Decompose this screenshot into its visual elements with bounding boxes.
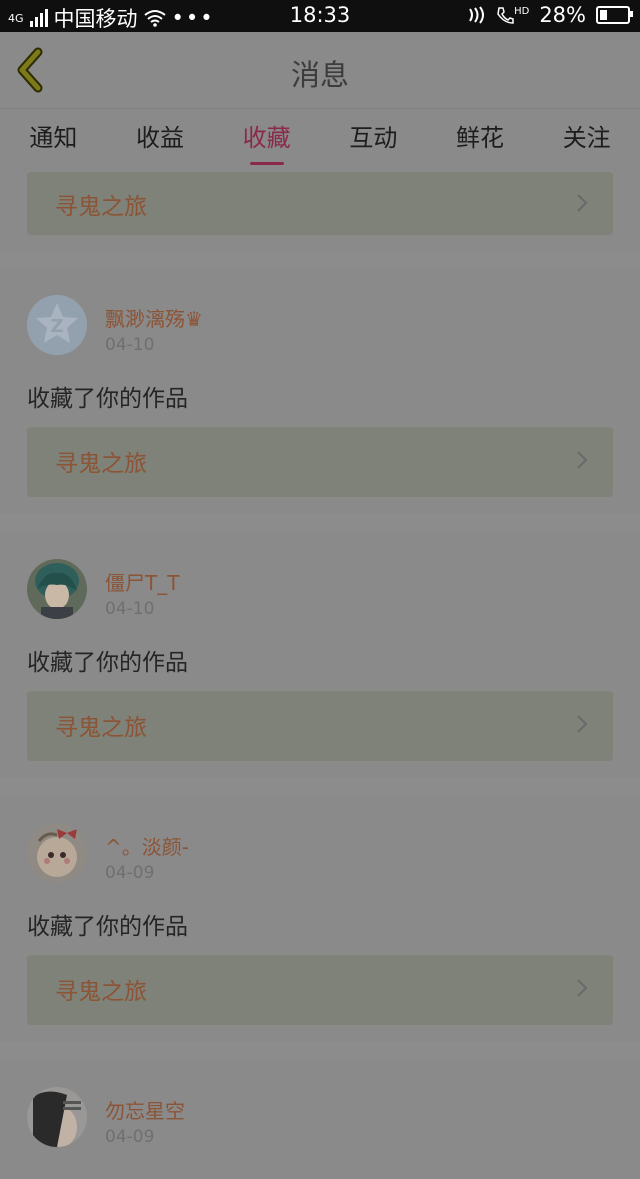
work-link[interactable]: 寻鬼之旅 — [27, 691, 613, 761]
action-text: 收藏了你的作品 — [27, 650, 188, 676]
list-item: 僵尸T_T 04-10 收藏了你的作品 寻鬼之旅 — [0, 531, 640, 778]
user-photo-icon — [27, 1087, 87, 1147]
work-title: 寻鬼之旅 — [55, 194, 147, 220]
chevron-right-icon — [577, 979, 588, 997]
action-text: 收藏了你的作品 — [27, 914, 188, 940]
work-title: 寻鬼之旅 — [55, 451, 147, 477]
work-title: 寻鬼之旅 — [55, 715, 147, 741]
work-link[interactable]: 寻鬼之旅 — [27, 955, 613, 1025]
list-item: ^。淡颜- 04-09 收藏了你的作品 寻鬼之旅 — [0, 795, 640, 1042]
date: 04-10 — [105, 335, 155, 355]
page-title: 消息 — [290, 58, 349, 92]
default-avatar-icon: Z — [27, 295, 87, 355]
avatar[interactable] — [27, 559, 87, 619]
hd-badge: HD — [514, 6, 530, 17]
avatar[interactable] — [27, 823, 87, 883]
date: 04-10 — [105, 599, 155, 619]
list-item: 勿忘星空 04-09 — [0, 1059, 640, 1179]
navbar: 消息 — [0, 32, 640, 109]
date: 04-09 — [105, 863, 155, 883]
user-photo-icon — [27, 823, 87, 883]
tab-earnings[interactable]: 收益 — [107, 109, 214, 169]
message-list: 寻鬼之旅 Z 飘渺漓殇♛ 04-10 收藏了你的作品 寻鬼之旅 僵尸T_T 04… — [0, 169, 640, 1179]
tab-follow[interactable]: 关注 — [533, 109, 640, 169]
chevron-right-icon — [577, 194, 588, 212]
tab-favorites[interactable]: 收藏 — [213, 109, 320, 169]
tab-notice[interactable]: 通知 — [0, 109, 107, 169]
username[interactable]: 勿忘星空 — [105, 1095, 185, 1124]
avatar[interactable] — [27, 1087, 87, 1147]
svg-text:Z: Z — [50, 316, 63, 337]
tab-flowers[interactable]: 鲜花 — [427, 109, 534, 169]
list-item: 寻鬼之旅 — [0, 169, 640, 251]
active-tab-indicator — [249, 162, 284, 165]
date: 04-09 — [105, 1127, 155, 1147]
username[interactable]: 僵尸T_T — [105, 567, 179, 596]
action-text: 收藏了你的作品 — [27, 386, 188, 412]
username[interactable]: 飘渺漓殇♛ — [105, 303, 203, 332]
work-link[interactable]: 寻鬼之旅 — [27, 172, 613, 235]
tab-bar: 通知 收益 收藏 互动 鲜花 关注 — [0, 109, 640, 169]
username[interactable]: ^。淡颜- — [105, 831, 189, 860]
status-bar: 4G 中国移动 ••• 18:33 HD 28% — [0, 0, 640, 32]
user-photo-icon — [27, 559, 87, 619]
avatar[interactable]: Z — [27, 295, 87, 355]
chevron-right-icon — [577, 451, 588, 469]
work-title: 寻鬼之旅 — [55, 979, 147, 1005]
call-icon — [497, 7, 514, 24]
chevron-right-icon — [577, 715, 588, 733]
list-item: Z 飘渺漓殇♛ 04-10 收藏了你的作品 寻鬼之旅 — [0, 267, 640, 514]
tab-interaction[interactable]: 互动 — [320, 109, 427, 169]
nfc-icon — [469, 6, 485, 24]
battery-icon — [596, 6, 633, 24]
battery-percent: 28% — [539, 3, 586, 27]
work-link[interactable]: 寻鬼之旅 — [27, 427, 613, 497]
